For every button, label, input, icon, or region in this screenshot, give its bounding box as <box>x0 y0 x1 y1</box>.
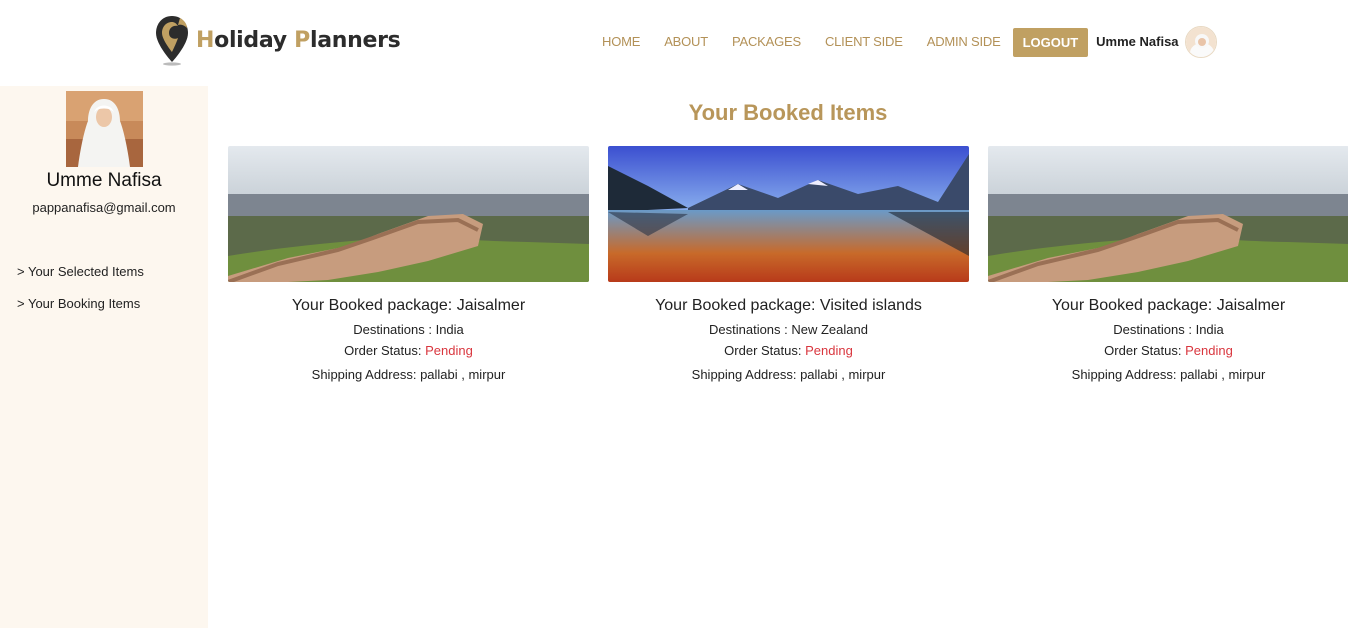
shipping-value: pallabi , mirpur <box>1180 367 1266 382</box>
status-label: Order Status: <box>1104 343 1186 358</box>
destination-value: New Zealand <box>791 322 868 337</box>
card-shipping: Shipping Address: pallabi , mirpur <box>228 367 589 382</box>
booked-card: Your Booked package: Jaisalmer Destinati… <box>228 146 589 382</box>
card-destination: Destinations : India <box>988 322 1348 337</box>
shipping-label: Shipping Address: <box>311 367 421 382</box>
card-shipping: Shipping Address: pallabi , mirpur <box>988 367 1348 382</box>
brand-logo[interactable]: Holiday Planners <box>154 14 401 66</box>
nav-admin-side[interactable]: ADMIN SIDE <box>927 27 1001 57</box>
package-image-jaisalmer <box>988 146 1348 282</box>
header-avatar[interactable] <box>1184 26 1217 58</box>
shipping-label: Shipping Address: <box>1071 367 1181 382</box>
brand-name: Holiday Planners <box>196 27 401 53</box>
sidebar-item-selected-items[interactable]: > Your Selected Items <box>17 264 144 279</box>
shipping-value: pallabi , mirpur <box>420 367 506 382</box>
card-title: Your Booked package: Visited islands <box>655 297 922 314</box>
card-order-status: Order Status: Pending <box>988 343 1348 358</box>
card-shipping: Shipping Address: pallabi , mirpur <box>608 367 969 382</box>
destination-label: Destinations : <box>353 322 436 337</box>
package-image-islands <box>608 146 969 282</box>
booked-card: Your Booked package: Jaisalmer Destinati… <box>988 146 1348 382</box>
header-user-name: Umme Nafisa <box>1096 34 1179 49</box>
destination-value: India <box>1195 322 1224 337</box>
nav-packages[interactable]: PACKAGES <box>732 27 801 57</box>
status-badge: Pending <box>805 343 853 358</box>
card-destination: Destinations : India <box>228 322 589 337</box>
card-title: Your Booked package: Jaisalmer <box>1051 297 1286 314</box>
profile-email: pappanafisa@gmail.com <box>32 200 176 215</box>
status-badge: Pending <box>425 343 473 358</box>
profile-name: Umme Nafisa <box>46 170 162 191</box>
card-order-status: Order Status: Pending <box>228 343 589 358</box>
main-nav: HOME ABOUT PACKAGES CLIENT SIDE ADMIN SI… <box>590 26 1217 58</box>
shipping-value: pallabi , mirpur <box>800 367 886 382</box>
destination-label: Destinations : <box>1113 322 1196 337</box>
card-destination: Destinations : New Zealand <box>608 322 969 337</box>
destination-value: India <box>435 322 464 337</box>
package-image-jaisalmer <box>228 146 589 282</box>
logout-button[interactable]: LOGOUT <box>1012 27 1089 57</box>
nav-about[interactable]: ABOUT <box>664 27 708 57</box>
destination-label: Destinations : <box>709 322 792 337</box>
nav-client-side[interactable]: CLIENT SIDE <box>825 27 903 57</box>
profile-photo <box>66 91 143 167</box>
card-order-status: Order Status: Pending <box>608 343 969 358</box>
profile-sidebar: Umme Nafisa pappanafisa@gmail.com > Your… <box>0 86 208 628</box>
top-header: Holiday Planners HOME ABOUT PACKAGES CLI… <box>0 0 1348 86</box>
status-label: Order Status: <box>344 343 426 358</box>
booked-card: Your Booked package: Visited islands Des… <box>608 146 969 382</box>
status-label: Order Status: <box>724 343 806 358</box>
map-pin-logo-icon <box>156 16 188 66</box>
card-title: Your Booked package: Jaisalmer <box>291 297 526 314</box>
status-badge: Pending <box>1185 343 1233 358</box>
page-title: Your Booked Items <box>688 100 888 125</box>
shipping-label: Shipping Address: <box>691 367 801 382</box>
sidebar-item-booking-items[interactable]: > Your Booking Items <box>17 296 140 311</box>
nav-home[interactable]: HOME <box>602 27 640 57</box>
